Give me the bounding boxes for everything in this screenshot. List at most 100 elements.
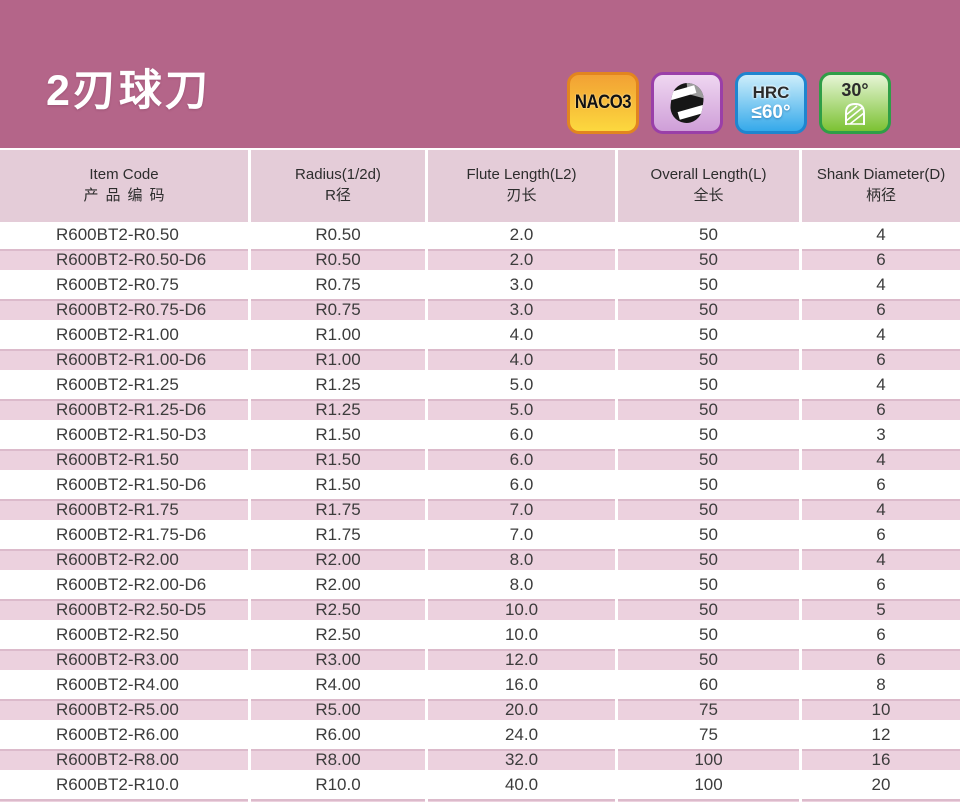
column-header-zh: 全长 (693, 187, 723, 206)
cell-radius: R0.50 (251, 222, 428, 247)
cell-radius: R1.50 (251, 472, 428, 497)
cell-shank-diameter: 6 (802, 299, 960, 320)
table-row-partial (0, 797, 960, 802)
cell-item-code: R600BT2-R0.75-D6 (0, 299, 251, 320)
cell-overall-length: 50 (618, 499, 802, 520)
cell-flute-length: 16.0 (428, 672, 618, 697)
cell-overall-length: 50 (618, 399, 802, 420)
cell-item-code: R600BT2-R10.0 (0, 772, 251, 797)
cell-radius: R1.25 (251, 399, 428, 420)
cell-shank-diameter: 6 (802, 472, 960, 497)
cell-flute-length: 10.0 (428, 599, 618, 620)
cell-shank-diameter: 20 (802, 772, 960, 797)
cell-shank-diameter: 10 (802, 699, 960, 720)
cell-shank-diameter: 6 (802, 399, 960, 420)
column-header-en: Flute Length(L2) (466, 166, 576, 185)
cell-flute-length: 32.0 (428, 749, 618, 770)
cell-item-code: R600BT2-R6.00 (0, 722, 251, 747)
cell-shank-diameter: 6 (802, 649, 960, 670)
cell-item-code: R600BT2-R0.50 (0, 222, 251, 247)
ball-nose-type-badge (651, 72, 723, 134)
cell-shank-diameter: 4 (802, 372, 960, 397)
cell-overall-length: 50 (618, 272, 802, 297)
column-header-en: Shank Diameter(D) (817, 166, 945, 185)
cell-item-code: R600BT2-R1.50-D6 (0, 472, 251, 497)
table-row: R600BT2-R1.00-D6 R1.00 4.0 50 6 (0, 347, 960, 372)
cell-overall-length: 100 (618, 749, 802, 770)
cell-item-code: R600BT2-R1.75-D6 (0, 522, 251, 547)
cell-shank-diameter: 6 (802, 622, 960, 647)
cell-radius: R1.25 (251, 372, 428, 397)
table-row: R600BT2-R2.50 R2.50 10.0 50 6 (0, 622, 960, 647)
cell-overall-length: 50 (618, 522, 802, 547)
table-row: R600BT2-R3.00 R3.00 12.0 50 6 (0, 647, 960, 672)
column-header-zh: 柄径 (866, 187, 896, 206)
cell-radius: R2.00 (251, 549, 428, 570)
cell-shank-diameter: 6 (802, 522, 960, 547)
cell-radius: R1.00 (251, 349, 428, 370)
cell-flute-length: 5.0 (428, 399, 618, 420)
cell-flute-length: 5.0 (428, 372, 618, 397)
cell-flute-length: 24.0 (428, 722, 618, 747)
spec-table-body: R600BT2-R0.50 R0.50 2.0 50 4 R600BT2-R0.… (0, 222, 960, 797)
cell-overall-length: 50 (618, 249, 802, 270)
cell-shank-diameter: 6 (802, 349, 960, 370)
cell-flute-length: 4.0 (428, 322, 618, 347)
cell-flute-length: 7.0 (428, 499, 618, 520)
table-row: R600BT2-R0.75 R0.75 3.0 50 4 (0, 272, 960, 297)
cell-radius: R0.75 (251, 272, 428, 297)
cell-radius: R1.50 (251, 449, 428, 470)
cell-shank-diameter: 12 (802, 722, 960, 747)
cell-overall-length: 50 (618, 299, 802, 320)
cell-radius: R6.00 (251, 722, 428, 747)
cell-shank-diameter: 4 (802, 322, 960, 347)
cell-shank-diameter: 4 (802, 499, 960, 520)
cell-overall-length: 50 (618, 649, 802, 670)
cell-item-code: R600BT2-R1.00 (0, 322, 251, 347)
table-row: R600BT2-R2.00-D6 R2.00 8.0 50 6 (0, 572, 960, 597)
helix-angle-badge: 30° (819, 72, 891, 134)
column-header: Flute Length(L2) 刃长 (428, 150, 618, 222)
table-row: R600BT2-R2.00 R2.00 8.0 50 4 (0, 547, 960, 572)
naco3-coating-badge: NACO3 (567, 72, 639, 134)
cell-radius: R0.50 (251, 249, 428, 270)
cell-shank-diameter: 6 (802, 572, 960, 597)
ball-nose-cutter-end-view-icon (666, 80, 708, 126)
cell-radius: R8.00 (251, 749, 428, 770)
certification-badges: NACO3 HRC ≤60° 30° (567, 72, 891, 134)
cell-flute-length: 10.0 (428, 622, 618, 647)
column-header: Shank Diameter(D) 柄径 (802, 150, 960, 222)
cell-shank-diameter: 4 (802, 449, 960, 470)
column-header-en: Item Code (89, 166, 158, 185)
cell-flute-length: 4.0 (428, 349, 618, 370)
cell-shank-diameter: 8 (802, 672, 960, 697)
table-row: R600BT2-R1.25-D6 R1.25 5.0 50 6 (0, 397, 960, 422)
cell-shank-diameter: 6 (802, 249, 960, 270)
hrc-hardness-badge: HRC ≤60° (735, 72, 807, 134)
page-header: 2刃球刀 NACO3 HRC ≤60° (0, 0, 960, 148)
cell-item-code: R600BT2-R3.00 (0, 649, 251, 670)
table-row: R600BT2-R1.00 R1.00 4.0 50 4 (0, 322, 960, 347)
cell-item-code: R600BT2-R4.00 (0, 672, 251, 697)
column-header: Overall Length(L) 全长 (618, 150, 802, 222)
cell-flute-length: 2.0 (428, 249, 618, 270)
cell-shank-diameter: 4 (802, 222, 960, 247)
table-row: R600BT2-R1.50-D3 R1.50 6.0 50 3 (0, 422, 960, 447)
cell-shank-diameter: 3 (802, 422, 960, 447)
cell-radius: R4.00 (251, 672, 428, 697)
cell-flute-length: 6.0 (428, 422, 618, 447)
cell-overall-length: 75 (618, 699, 802, 720)
table-row: R600BT2-R0.50-D6 R0.50 2.0 50 6 (0, 247, 960, 272)
cell-shank-diameter: 4 (802, 272, 960, 297)
table-row: R600BT2-R10.0 R10.0 40.0 100 20 (0, 772, 960, 797)
cell-flute-length: 6.0 (428, 449, 618, 470)
cell-overall-length: 50 (618, 572, 802, 597)
column-header-zh: 产品编码 (83, 187, 171, 206)
cell-radius: R2.00 (251, 572, 428, 597)
cell-item-code: R600BT2-R1.75 (0, 499, 251, 520)
cell-radius: R1.50 (251, 422, 428, 447)
cell-flute-length: 20.0 (428, 699, 618, 720)
cell-item-code: R600BT2-R0.50-D6 (0, 249, 251, 270)
cell-item-code: R600BT2-R5.00 (0, 699, 251, 720)
page-title: 2刃球刀 (46, 70, 211, 113)
